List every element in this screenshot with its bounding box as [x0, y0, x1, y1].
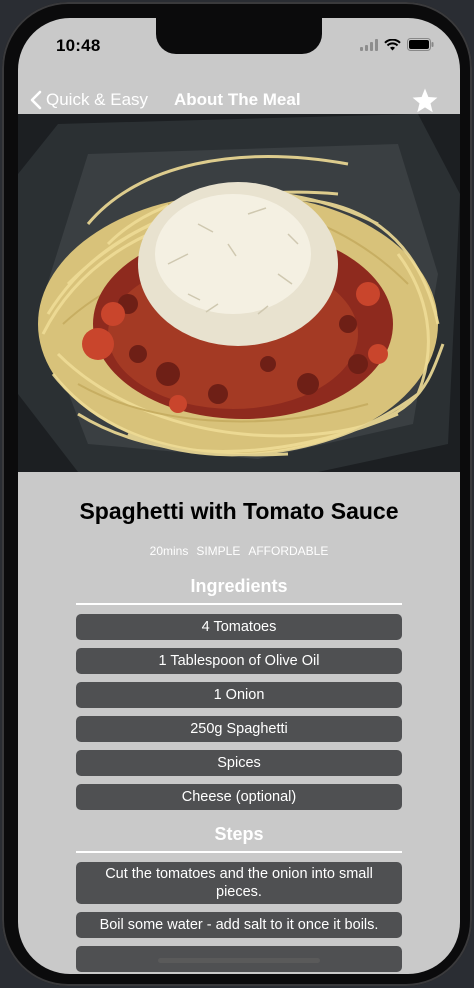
back-button[interactable]: Quick & Easy	[30, 90, 148, 110]
notch	[156, 18, 322, 54]
star-icon[interactable]	[410, 86, 440, 116]
ingredient-item: 1 Onion	[76, 682, 402, 708]
back-label: Quick & Easy	[46, 90, 149, 109]
ingredients-heading: Ingredients	[190, 576, 288, 596]
ingredient-item: 4 Tomatoes	[76, 614, 402, 640]
ingredient-item: 1 Tablespoon of Olive Oil	[76, 648, 402, 674]
status-icons	[360, 38, 434, 51]
meal-meta: 20mins SIMPLE AFFORDABLE	[18, 544, 460, 558]
meal-complexity: SIMPLE	[196, 544, 241, 558]
ingredient-item: 250g Spaghetti	[76, 716, 402, 742]
phone-frame: 10:48 Quick & Easy About The Meal Spaghe…	[2, 2, 472, 986]
spaghetti-illustration	[18, 114, 460, 472]
meal-title: Spaghetti with Tomato Sauce	[79, 498, 399, 524]
meal-affordability: AFFORDABLE	[248, 544, 329, 558]
chevron-left-icon	[30, 90, 42, 110]
battery-icon	[407, 38, 434, 51]
wifi-icon	[384, 38, 401, 50]
ingredients-divider	[76, 603, 402, 605]
ingredient-item: Cheese (optional)	[76, 784, 402, 810]
app-screen: 10:48 Quick & Easy About The Meal Spaghe…	[18, 18, 460, 974]
cellular-signal-icon	[360, 38, 378, 51]
step-item: Cut the tomatoes and the onion into smal…	[76, 862, 402, 904]
step-item: Boil some water - add salt to it once it…	[76, 912, 402, 938]
meal-image	[18, 114, 460, 472]
meal-duration: 20mins	[149, 544, 189, 558]
steps-heading: Steps	[214, 824, 264, 844]
ingredient-item: Spices	[76, 750, 402, 776]
home-indicator[interactable]	[158, 958, 320, 963]
status-time: 10:48	[56, 36, 101, 55]
nav-title: About The Meal	[174, 90, 301, 109]
steps-divider	[76, 851, 402, 853]
